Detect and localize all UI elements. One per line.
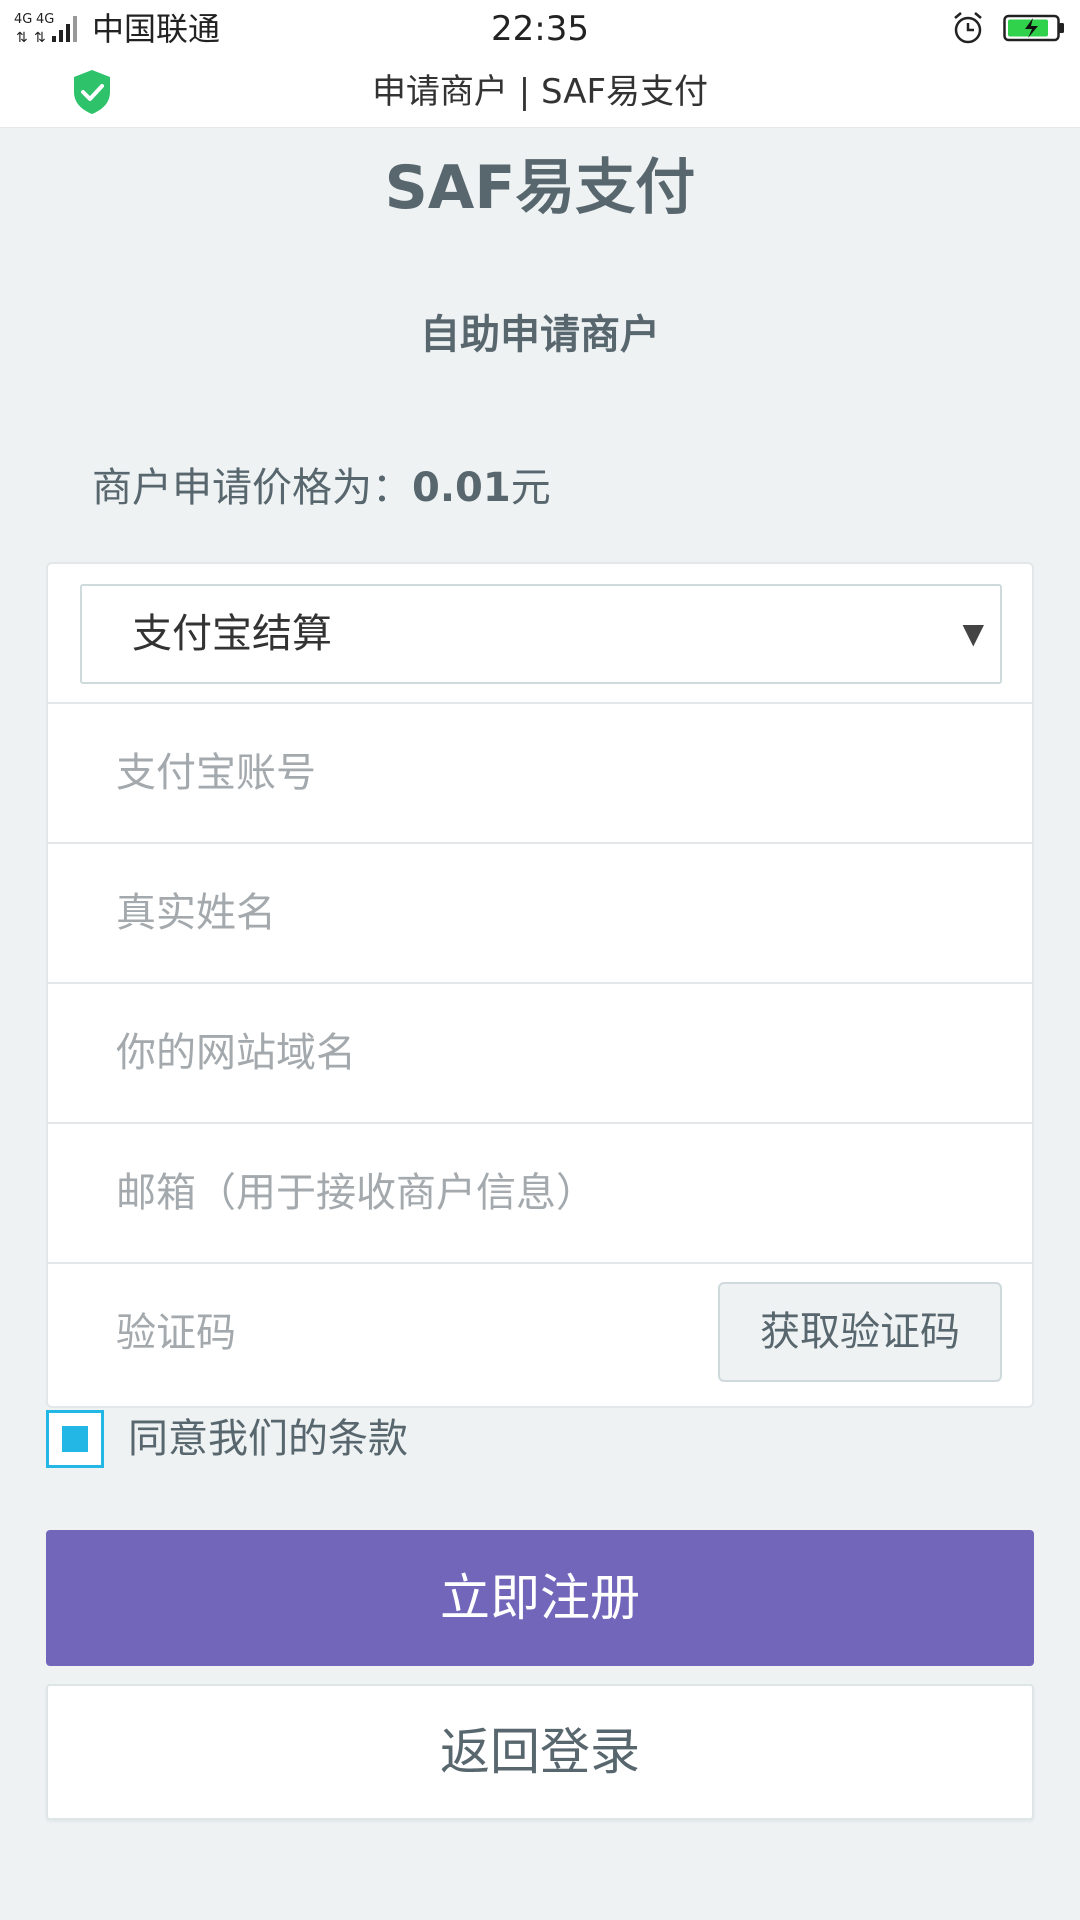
alarm-clock-icon — [954, 12, 982, 44]
battery-charging-icon — [1003, 14, 1064, 42]
back-to-login-button[interactable]: 返回登录 — [46, 1684, 1034, 1820]
real-name-input[interactable] — [48, 844, 1032, 982]
verification-code-row: 获取验证码 — [48, 1262, 1032, 1402]
checkbox-checked-mark — [62, 1426, 88, 1452]
price-unit: 元 — [510, 465, 551, 511]
browser-title-bar: 申请商户 | SAF易支付 — [0, 58, 1080, 128]
alipay-account-input[interactable] — [48, 704, 1032, 842]
verification-code-input[interactable] — [48, 1264, 688, 1402]
merchant-application-form: 支付宝结算 ▼ 获取验证码 — [46, 562, 1034, 1408]
price-info: 商户申请价格为：0.01元 — [92, 458, 551, 518]
settlement-method-value: 支付宝结算 — [132, 611, 332, 657]
terms-checkbox[interactable] — [46, 1410, 104, 1468]
settlement-method-select[interactable]: 支付宝结算 ▼ — [80, 584, 1002, 684]
page-title: 申请商户 | SAF易支付 — [371, 72, 709, 112]
website-domain-input[interactable] — [48, 984, 1032, 1122]
email-input[interactable] — [48, 1124, 1032, 1262]
terms-label[interactable]: 同意我们的条款 — [128, 1410, 408, 1468]
clock-time: 22:35 — [491, 9, 589, 49]
real-name-row — [48, 842, 1032, 982]
price-label: 商户申请价格为： — [92, 465, 412, 511]
register-button[interactable]: 立即注册 — [46, 1530, 1034, 1666]
domain-row — [48, 982, 1032, 1122]
alipay-account-row — [48, 702, 1032, 842]
page-subtitle: 自助申请商户 — [420, 312, 660, 358]
caret-down-icon: ▼ — [962, 617, 984, 650]
brand-title: SAF易支付 — [384, 153, 696, 223]
price-value: 0.01 — [412, 465, 511, 511]
email-row — [48, 1122, 1032, 1262]
get-code-button[interactable]: 获取验证码 — [718, 1282, 1002, 1382]
status-bar: 4G 4G ⇅ ⇅ 中国联通 22:35 — [0, 0, 1080, 58]
